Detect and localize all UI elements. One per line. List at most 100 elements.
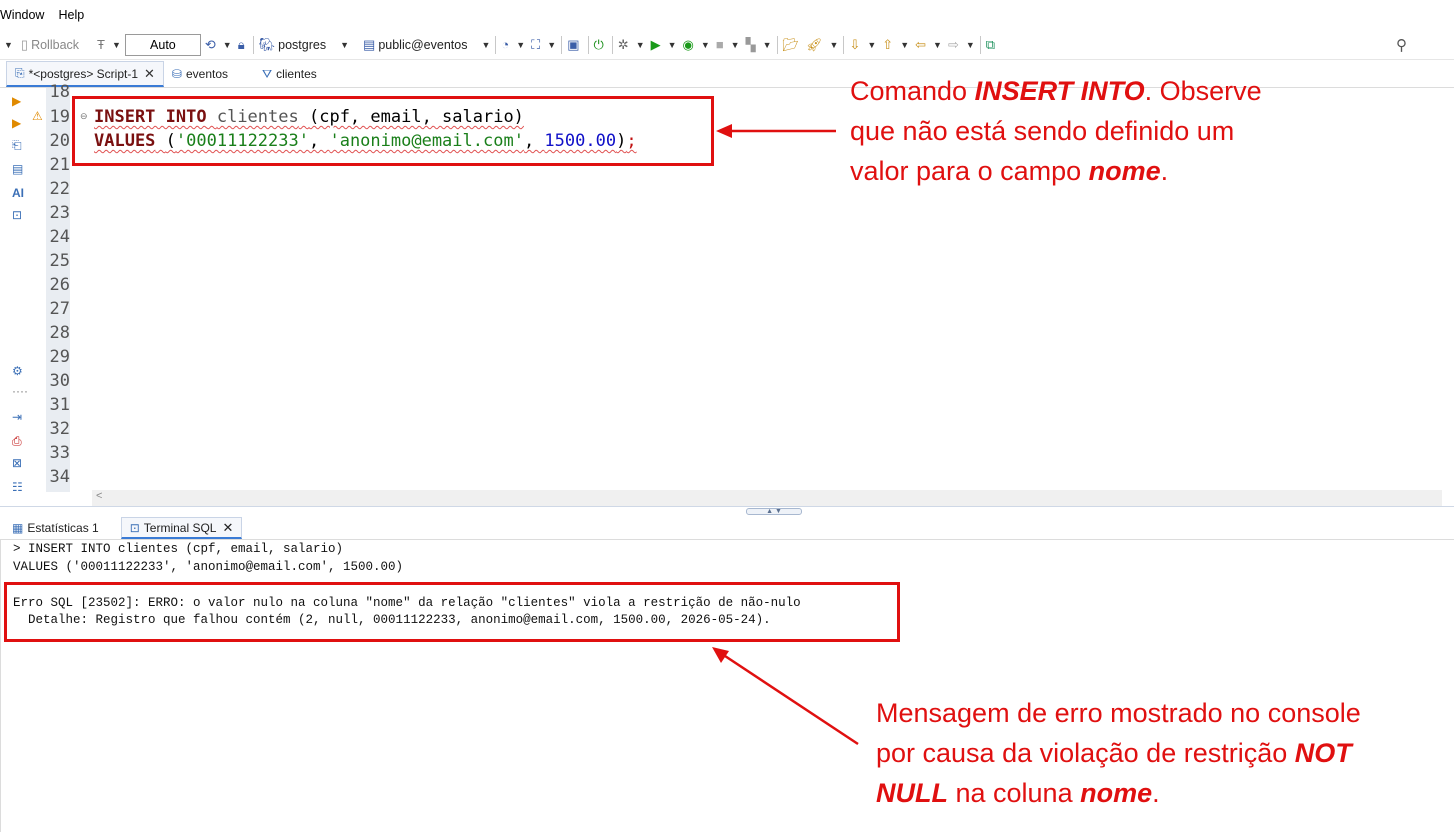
panel-splitter[interactable]: ▲ ▼ <box>0 506 1454 516</box>
debug-button[interactable]: ✲ ▼ <box>618 37 645 53</box>
line-number: 19 <box>49 107 70 127</box>
toolbar-separator <box>843 35 845 54</box>
transaction-mode-field[interactable]: Auto <box>124 33 201 56</box>
annotation-up-button[interactable]: ⇧ ▼ <box>882 37 909 53</box>
rollback-label: Rollback <box>31 37 80 52</box>
rocket-button[interactable]: 🚀︎ ▼ <box>806 37 838 53</box>
export-icon[interactable]: ⇥ <box>12 410 22 424</box>
tab-script-1[interactable]: ⎘ *<postgres> Script-1 ✕ <box>6 61 164 87</box>
history-icon: ⟲ <box>204 36 216 52</box>
arrow-left-icon: ⇦ <box>915 36 927 52</box>
line-number: 21 <box>49 155 70 175</box>
annotation-text: por causa da violação de restrição <box>876 738 1295 768</box>
datasource-label: postgres <box>278 37 327 52</box>
folder-icon: 📂︎ <box>782 36 800 52</box>
open-folder-button[interactable]: 📂︎ <box>783 37 803 53</box>
annotation-down-button[interactable]: ⇩ ▼ <box>849 37 876 53</box>
lock-button[interactable]: 🔒︎ <box>238 37 248 53</box>
toolbar-separator <box>561 35 563 54</box>
search-icon: ⚲ <box>1396 36 1407 54</box>
run-config-button[interactable]: ◉ ▼ <box>683 37 710 53</box>
menu-help[interactable]: Help <box>58 8 84 22</box>
network-button[interactable]: ⛶ ▼ <box>531 37 556 53</box>
settings-icon[interactable]: ⚙ <box>12 364 23 378</box>
line-number: 32 <box>49 419 70 439</box>
tab-clientes[interactable]: ⛛ clientes <box>254 61 325 87</box>
tab-eventos[interactable]: ⛁ eventos <box>164 61 236 87</box>
line-number: 25 <box>49 251 70 271</box>
tab-label: *<postgres> Script-1 <box>28 66 138 81</box>
annotation-emphasis: nome <box>1088 156 1161 186</box>
load-plan-icon[interactable]: ▤ <box>12 162 23 176</box>
warning-icon: ⚠ <box>32 109 43 123</box>
tab-label: Terminal SQL <box>143 520 217 535</box>
annotation-emphasis: NOT <box>1294 738 1352 768</box>
search-button[interactable]: ⚲ <box>1396 36 1410 54</box>
postgres-icon: 🐘︎ <box>258 36 276 52</box>
ai-icon[interactable]: AI <box>12 186 24 200</box>
terminal-icon: ⊡ <box>129 520 140 535</box>
new-window-button[interactable]: ⧉ <box>986 37 998 53</box>
power-button[interactable]: ⏻ <box>594 37 607 53</box>
history-button[interactable]: ⟲ ▼ <box>205 37 232 53</box>
menu-window[interactable]: Window <box>0 8 44 22</box>
annotation-top: Comando INSERT INTO. Observe que não est… <box>850 71 1310 191</box>
more-icon[interactable]: ···· <box>12 384 28 398</box>
tab-estatisticas[interactable]: ▦ Estatísticas 1 <box>4 517 107 539</box>
back-button[interactable]: ⇦ ▼ <box>915 37 942 53</box>
tab-label: clientes <box>276 67 317 81</box>
main-toolbar: ▼ ▯ Rollback Ŧ ▼ Auto ⟲ ▼ 🔒︎ 🐘︎ postgres ▼ … <box>0 30 1454 60</box>
toolbar-dropdown-left[interactable]: ▼ <box>0 40 13 50</box>
line-number: 27 <box>49 299 70 319</box>
annotation-text: . <box>1152 778 1160 808</box>
terminal-icon[interactable]: ⊡ <box>12 208 22 222</box>
annotation-text: . Observe <box>1144 76 1262 106</box>
editor-horizontal-scrollbar[interactable]: < <box>92 490 1442 506</box>
stop-button[interactable]: ■ ▼ <box>716 37 740 52</box>
script-icon: ⎘ <box>15 66 25 80</box>
arrow-right-icon: ⇨ <box>947 36 959 52</box>
annotation-bottom-line1: Mensagem de erro mostrado no console <box>876 698 1361 728</box>
line-number: 22 <box>49 179 70 199</box>
line-number: 28 <box>49 323 70 343</box>
tab-terminal-sql[interactable]: ⊡ Terminal SQL ✕ <box>120 517 243 539</box>
toolbar-separator <box>252 35 254 54</box>
run-button[interactable]: ▶ ▼ <box>651 37 677 53</box>
forward-button[interactable]: ⇨ ▼ <box>948 37 975 53</box>
explain-plan-icon[interactable]: ⎗ <box>12 138 22 153</box>
console-line: VALUES ('00011122233', 'anonimo@email.co… <box>13 560 404 574</box>
editor-side-toolbar: ▶ ▶ ⎗ ▤ AI ⊡ ⚙ ···· ⇥ ⎙ ⊠ ☷ <box>8 92 32 502</box>
chevron-left-icon[interactable]: < <box>96 490 102 502</box>
dashboard-button[interactable]: ◔ ▼ <box>501 37 525 52</box>
console-button[interactable]: ▣ <box>567 37 582 53</box>
deploy-button[interactable]: ▚ ▼ <box>746 37 772 53</box>
line-number: 26 <box>49 275 70 295</box>
line-number: 34 <box>49 467 70 487</box>
file-error-icon[interactable]: ⎙ <box>12 434 22 449</box>
annotation-top-line3: valor para o campo nome. <box>850 151 1310 191</box>
highlight-box-sql <box>72 96 714 166</box>
annotation-bottom: Mensagem de erro mostrado no console por… <box>876 693 1446 813</box>
execute-script-icon[interactable]: ▶ <box>12 116 21 130</box>
console-line: > INSERT INTO clientes (cpf, email, sala… <box>13 542 344 556</box>
datasource-selector[interactable]: 🐘︎ postgres ▼ <box>259 37 349 53</box>
transaction-icon: Ŧ <box>97 37 105 52</box>
line-number: 18 <box>49 82 70 102</box>
schema-selector[interactable]: ▤ public@eventos ▼ <box>363 37 490 53</box>
line-number-gutter: 18 19 20 21 22 23 24 25 26 27 28 29 30 3… <box>46 82 70 492</box>
new-window-icon: ⧉ <box>985 36 996 52</box>
toolbar-separator <box>979 35 981 54</box>
dashboard-icon: ◔ <box>501 37 510 52</box>
outline-icon[interactable]: ☷ <box>12 480 23 494</box>
toolbar-separator <box>776 35 778 54</box>
close-icon[interactable]: ✕ <box>144 66 155 82</box>
close-icon[interactable]: ✕ <box>222 520 233 536</box>
splitter-grip[interactable]: ▲ ▼ <box>746 508 802 515</box>
toolbar-separator <box>611 35 613 54</box>
execute-statement-icon[interactable]: ▶ <box>12 94 21 108</box>
line-number: 31 <box>49 395 70 415</box>
rollback-button[interactable]: ▯ Rollback <box>21 37 79 53</box>
file-code-icon[interactable]: ⊠ <box>12 456 22 470</box>
transaction-icon-button[interactable]: Ŧ ▼ <box>97 37 121 52</box>
menu-bar: Window Help <box>0 0 1454 30</box>
